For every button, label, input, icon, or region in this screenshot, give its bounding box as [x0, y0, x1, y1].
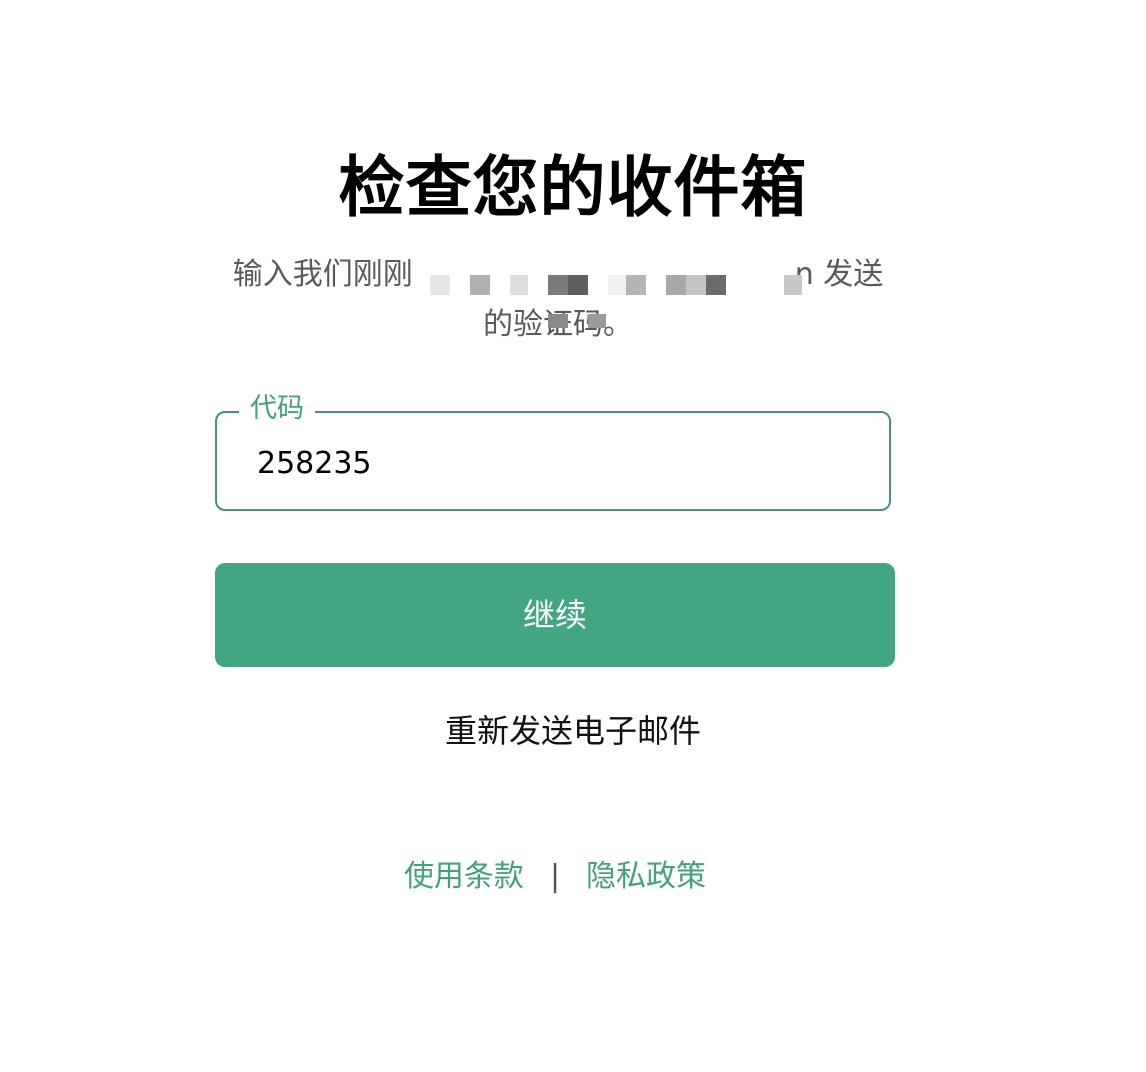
footer-links: 使用条款 | 隐私政策 — [0, 855, 1110, 899]
resend-email-link[interactable]: 重新发送电子邮件 — [0, 708, 1146, 754]
page-title: 检查您的收件箱 — [338, 149, 808, 226]
privacy-policy-link[interactable]: 隐私政策 — [586, 859, 706, 894]
code-input[interactable] — [257, 444, 857, 484]
instruction-line-1-start: 输入我们刚刚 — [232, 257, 413, 292]
terms-of-use-link[interactable]: 使用条款 — [404, 859, 524, 894]
code-field[interactable]: 代码 — [215, 391, 891, 511]
instruction-text: 输入我们刚刚n 发送 的验证码。 — [218, 250, 898, 350]
instruction-line-1-end: n 发送 — [794, 257, 884, 292]
continue-button[interactable]: 继续 — [215, 563, 895, 667]
code-field-label: 代码 — [239, 391, 315, 427]
footer-separator: | — [549, 859, 561, 894]
